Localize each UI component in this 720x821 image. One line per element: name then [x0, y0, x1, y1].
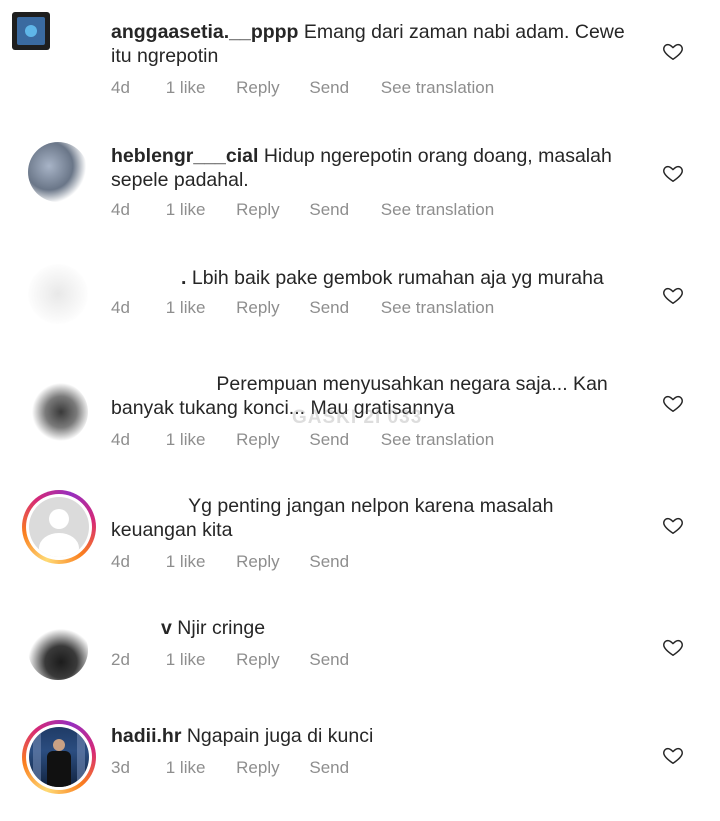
comment-text-block: heblengr___cial Hidup ngerepotin orang d… — [111, 144, 641, 192]
photo-avatar-icon — [29, 727, 89, 787]
comment-username[interactable]: heblengr___cial — [111, 145, 258, 167]
see-translation-link[interactable]: See translation — [381, 78, 494, 98]
heart-icon[interactable] — [662, 744, 684, 766]
watermark: GASKI 2I 033 — [292, 407, 423, 428]
photo-avatar-icon — [28, 382, 88, 442]
comment-meta: 4d 1 like Reply Send — [111, 552, 376, 572]
photo-avatar-icon — [28, 142, 88, 202]
see-translation-link[interactable]: See translation — [381, 430, 494, 450]
comment-text-block: . Lbih baik pake gembok rumahan aja yg m… — [111, 266, 641, 290]
send-button[interactable]: Send — [309, 430, 349, 450]
comment-text-block: v Njir cringe — [111, 616, 641, 640]
comment-text: Lbih baik pake gembok rumahan aja yg mur… — [191, 267, 604, 289]
photo-avatar-icon — [28, 264, 88, 324]
comment-age: 4d — [111, 200, 130, 219]
reply-button[interactable]: Reply — [236, 200, 279, 220]
heart-icon[interactable] — [662, 392, 684, 414]
photo-avatar-icon — [28, 620, 88, 680]
comment-meta: 2d 1 like Reply Send — [111, 650, 376, 670]
comment-age: 4d — [111, 552, 130, 571]
square-blue-avatar-icon — [17, 17, 45, 45]
avatar[interactable] — [22, 614, 96, 688]
redacted-username — [111, 268, 181, 289]
likes-count[interactable]: 1 like — [166, 298, 206, 318]
redacted-username — [111, 496, 183, 517]
comment-text-block: hadii.hr Ngapain juga di kunci — [111, 724, 641, 748]
comment-age: 2d — [111, 650, 130, 669]
comment-meta: 3d 1 like Reply Send — [111, 758, 376, 778]
comment-text: Njir cringe — [177, 617, 266, 639]
avatar[interactable] — [22, 376, 96, 450]
comment-age: 4d — [111, 78, 130, 97]
comment-text: Ngapain juga di kunci — [186, 725, 374, 747]
send-button[interactable]: Send — [309, 78, 349, 98]
send-button[interactable]: Send — [309, 552, 349, 572]
likes-count[interactable]: 1 like — [166, 200, 206, 220]
heart-icon[interactable] — [662, 162, 684, 184]
likes-count[interactable]: 1 like — [166, 552, 206, 572]
comment-text-block: Yg penting jangan nelpon karena masalah … — [111, 494, 641, 542]
redacted-username — [111, 374, 211, 395]
comment-age: 4d — [111, 430, 130, 449]
comment-username[interactable]: anggaasetia.__pppp — [111, 21, 298, 43]
send-button[interactable]: Send — [309, 650, 349, 670]
likes-count[interactable]: 1 like — [166, 758, 206, 778]
redacted-username — [111, 618, 161, 639]
heart-icon[interactable] — [662, 514, 684, 536]
comment-meta: 4d 1 like Reply Send See translation — [111, 298, 518, 318]
reply-button[interactable]: Reply — [236, 758, 279, 778]
avatar[interactable] — [22, 136, 96, 210]
likes-count[interactable]: 1 like — [166, 430, 206, 450]
send-button[interactable]: Send — [309, 200, 349, 220]
heart-icon[interactable] — [662, 636, 684, 658]
default-avatar-icon — [29, 497, 89, 557]
see-translation-link[interactable]: See translation — [381, 298, 494, 318]
heart-icon[interactable] — [662, 40, 684, 62]
avatar[interactable] — [22, 490, 96, 564]
reply-button[interactable]: Reply — [236, 650, 279, 670]
avatar[interactable] — [22, 258, 96, 332]
heart-icon[interactable] — [662, 284, 684, 306]
reply-button[interactable]: Reply — [236, 298, 279, 318]
comment-text-block: anggaasetia.__pppp Emang dari zaman nabi… — [111, 20, 641, 68]
reply-button[interactable]: Reply — [236, 552, 279, 572]
avatar[interactable] — [12, 12, 50, 50]
reply-button[interactable]: Reply — [236, 78, 279, 98]
comment-age: 3d — [111, 758, 130, 777]
comment-age: 4d — [111, 298, 130, 317]
send-button[interactable]: Send — [309, 758, 349, 778]
likes-count[interactable]: 1 like — [166, 78, 206, 98]
see-translation-link[interactable]: See translation — [381, 200, 494, 220]
likes-count[interactable]: 1 like — [166, 650, 206, 670]
comment-meta: 4d 1 like Reply Send See translation — [111, 200, 518, 220]
avatar[interactable] — [22, 720, 96, 794]
reply-button[interactable]: Reply — [236, 430, 279, 450]
send-button[interactable]: Send — [309, 298, 349, 318]
comment-meta: 4d 1 like Reply Send See translation — [111, 78, 518, 98]
comment-meta: 4d 1 like Reply Send See translation — [111, 430, 518, 450]
comment-username[interactable]: hadii.hr — [111, 725, 181, 747]
